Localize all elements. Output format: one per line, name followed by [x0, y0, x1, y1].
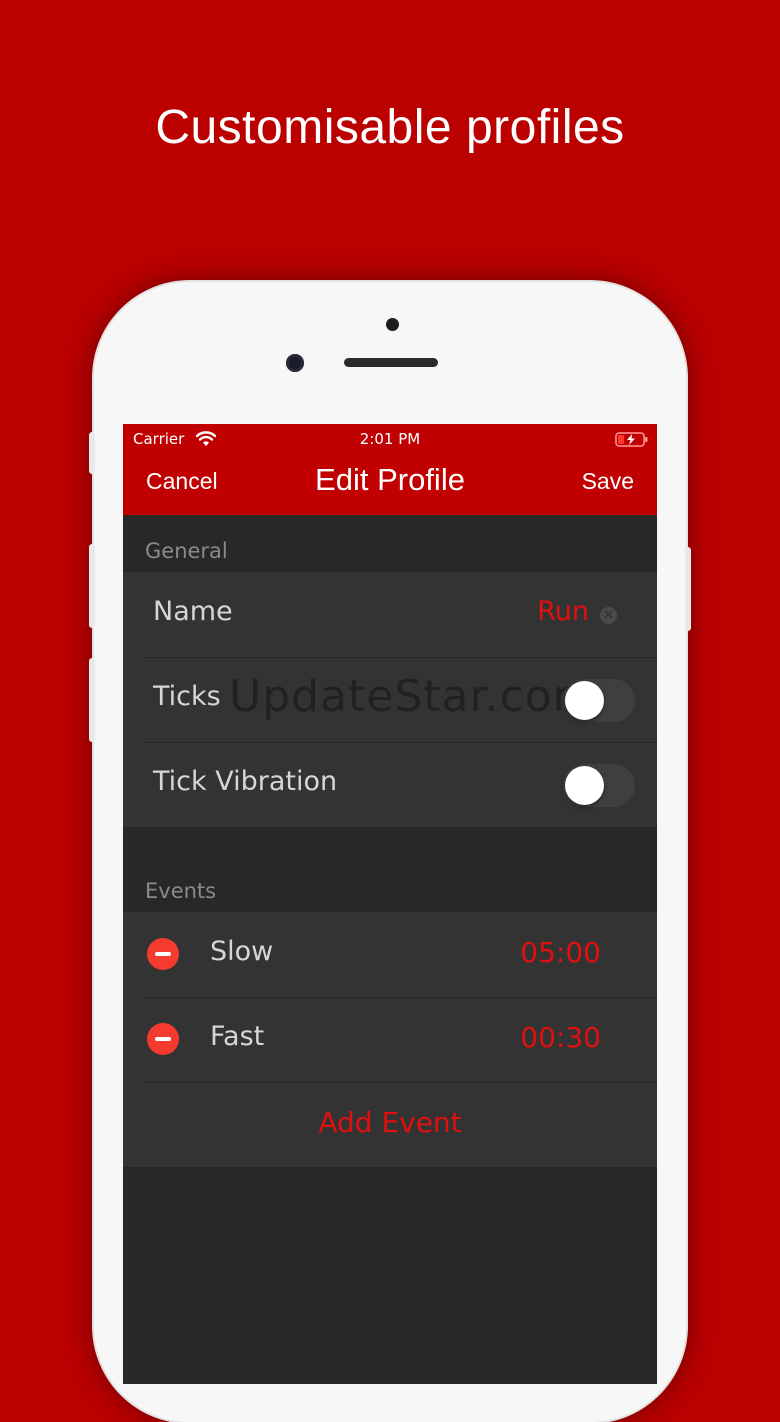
save-button[interactable]: Save — [582, 468, 634, 495]
tick-vibration-row: Tick Vibration — [123, 742, 657, 827]
delete-event-icon[interactable] — [147, 938, 179, 970]
delete-event-icon[interactable] — [147, 1023, 179, 1055]
app-screen: Carrier 2:01 PM Cancel Edit Profile Save… — [123, 424, 657, 1384]
tick-vibration-label: Tick Vibration — [153, 766, 338, 797]
watermark: UpdateStar.com — [229, 671, 597, 722]
battery-charging-icon — [615, 432, 649, 451]
tick-vibration-toggle[interactable] — [563, 764, 635, 807]
toggle-knob — [565, 766, 604, 805]
add-event-row[interactable]: Add Event — [123, 1082, 657, 1167]
section-header-label: General — [145, 539, 228, 563]
volume-down-button — [89, 658, 95, 742]
ticks-label: Ticks — [153, 681, 221, 712]
event-label: Fast — [210, 1021, 265, 1052]
volume-up-button — [89, 544, 95, 628]
proximity-sensor — [386, 318, 399, 331]
page-title: Edit Profile — [315, 462, 465, 497]
status-bar: Carrier 2:01 PM — [123, 430, 657, 450]
toggle-knob — [565, 681, 604, 720]
general-settings-group: Name Run ✕ Ticks UpdateStar.com Tick Vib… — [123, 571, 657, 828]
add-event-button[interactable]: Add Event — [123, 1106, 657, 1139]
event-row-fast[interactable]: Fast 00:30 — [123, 997, 657, 1082]
navigation-bar: Carrier 2:01 PM Cancel Edit Profile Save — [123, 424, 657, 515]
front-camera — [286, 354, 304, 372]
section-header-events: Events — [123, 855, 657, 911]
event-time[interactable]: 05:00 — [520, 936, 601, 969]
headline: Customisable profiles — [155, 101, 625, 154]
section-header-label: Events — [145, 879, 217, 903]
event-label: Slow — [210, 936, 274, 967]
mute-switch — [89, 432, 95, 474]
earpiece-speaker — [344, 358, 438, 367]
name-field[interactable]: Run — [537, 596, 589, 627]
name-row[interactable]: Name Run ✕ — [123, 572, 657, 657]
phone-frame: Carrier 2:01 PM Cancel Edit Profile Save… — [89, 282, 691, 1422]
name-label: Name — [153, 596, 233, 627]
ticks-row: Ticks UpdateStar.com — [123, 657, 657, 742]
section-header-general: General — [123, 515, 657, 571]
events-group: Slow 05:00 Fast 00:30 Add Event — [123, 911, 657, 1168]
event-row-slow[interactable]: Slow 05:00 — [123, 912, 657, 997]
power-button — [685, 547, 691, 631]
event-time[interactable]: 00:30 — [520, 1021, 601, 1054]
clear-text-icon[interactable]: ✕ — [600, 607, 617, 624]
ticks-toggle[interactable] — [563, 679, 635, 722]
clock: 2:01 PM — [359, 430, 421, 448]
